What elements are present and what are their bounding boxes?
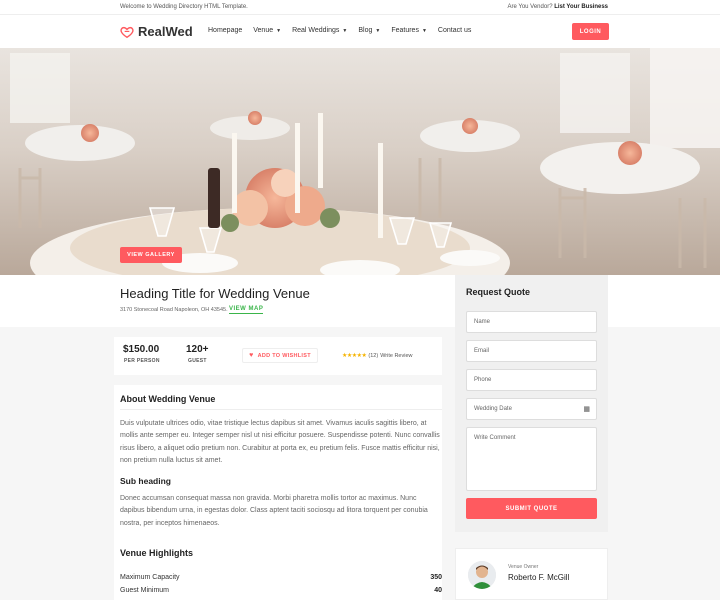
highlights-heading: Venue Highlights [120, 548, 194, 558]
rating-count: (12) [368, 352, 379, 359]
name-input[interactable]: Name [466, 311, 597, 333]
page-title: Heading Title for Wedding Venue [120, 286, 310, 301]
wedding-date-placeholder: Wedding Date [474, 406, 512, 412]
logo[interactable]: RealWed [120, 24, 193, 39]
add-to-wishlist-button[interactable]: ♥ ADD TO WISHLIST [242, 348, 318, 363]
submit-quote-button[interactable]: SUBMIT QUOTE [466, 498, 597, 519]
price-label: PER PERSON [124, 358, 160, 364]
top-bar: Welcome to Wedding Directory HTML Templa… [0, 0, 720, 15]
main-header: RealWed Homepage Venue ▼ Real Weddings ▼ B… [0, 15, 720, 48]
email-input[interactable]: Email [466, 340, 597, 362]
venue-stats: $150.00 PER PERSON 120+ GUEST ♥ ADD TO W… [114, 337, 442, 375]
highlight-label: Guest Minimum [120, 587, 170, 594]
owner-name[interactable]: Roberto F. McGill [508, 573, 569, 582]
highlight-row: Maximum Capacity 350 [120, 574, 442, 581]
wishlist-label: ADD TO WISHLIST [257, 352, 311, 359]
heart-logo-icon [120, 26, 134, 38]
sub-paragraph: Donec accumsan consequat massa non gravi… [120, 495, 428, 527]
star-rating-icon: ★★★★★ [342, 353, 367, 359]
venue-description: About Wedding Venue Duis vulputate ultri… [114, 385, 442, 600]
wedding-date-input[interactable]: Wedding Date ▦ [466, 398, 597, 420]
nav-contact[interactable]: Contact us [438, 27, 471, 34]
phone-input[interactable]: Phone [466, 369, 597, 391]
venue-title-bar: Heading Title for Wedding Venue 3170 Sto… [0, 275, 720, 327]
chevron-down-icon: ▼ [342, 27, 348, 34]
nav-real-weddings[interactable]: Real Weddings ▼ [292, 27, 347, 34]
avatar [468, 561, 496, 589]
divider [120, 409, 442, 410]
quote-title: Request Quote [466, 287, 531, 297]
highlight-label: Maximum Capacity [120, 574, 180, 581]
calendar-icon[interactable]: ▦ [583, 405, 590, 413]
owner-photo [468, 561, 496, 589]
highlight-row: Guest Minimum 40 [120, 587, 442, 594]
venue-address: 3170 Stonecoal Road Napoleon, OH 43545. [120, 307, 228, 313]
nav-blog[interactable]: Blog ▼ [358, 27, 380, 34]
chevron-down-icon: ▼ [276, 27, 282, 34]
owner-label: Venue Owner [508, 564, 539, 570]
chevron-down-icon: ▼ [375, 27, 381, 34]
vendor-prompt: Are You Vendor? List Your Business [507, 4, 608, 10]
nav-features[interactable]: Features ▼ [391, 27, 427, 34]
rating: ★★★★★ (12) Write Review [342, 352, 412, 360]
comment-textarea[interactable]: Write Comment [466, 427, 597, 491]
about-heading: About Wedding Venue [120, 394, 216, 404]
view-map-link[interactable]: VIEW MAP [229, 306, 264, 314]
price-value: $150.00 [123, 344, 160, 355]
wedding-venue-photo [0, 48, 720, 275]
guest-label: GUEST [188, 358, 207, 364]
request-quote-form: Request Quote Name Email Phone Wedding D… [455, 275, 608, 532]
view-gallery-button[interactable]: VIEW GALLERY [120, 247, 182, 263]
venue-owner-card: Venue Owner Roberto F. McGill [455, 548, 608, 600]
highlight-value: 350 [430, 574, 442, 581]
guest-value: 120+ [186, 344, 209, 355]
login-button[interactable]: LOGIN [572, 23, 609, 40]
write-review-link[interactable]: Write Review [380, 353, 412, 359]
chevron-down-icon: ▼ [421, 27, 427, 34]
sub-heading: Sub heading [120, 476, 171, 486]
welcome-text: Welcome to Wedding Directory HTML Templa… [120, 4, 248, 10]
main-nav: Homepage Venue ▼ Real Weddings ▼ Blog ▼ Fea… [208, 27, 471, 34]
nav-homepage[interactable]: Homepage [208, 27, 242, 34]
nav-venue[interactable]: Venue ▼ [253, 27, 281, 34]
heart-icon: ♥ [249, 352, 254, 359]
about-paragraph: Duis vulputate ultrices odio, vitae tris… [120, 420, 440, 464]
hero-image: VIEW GALLERY [0, 48, 720, 275]
logo-text: RealWed [138, 24, 193, 39]
highlight-value: 40 [434, 587, 442, 594]
vendor-question: Are You Vendor? [507, 4, 553, 10]
list-business-link[interactable]: List Your Business [554, 4, 608, 10]
